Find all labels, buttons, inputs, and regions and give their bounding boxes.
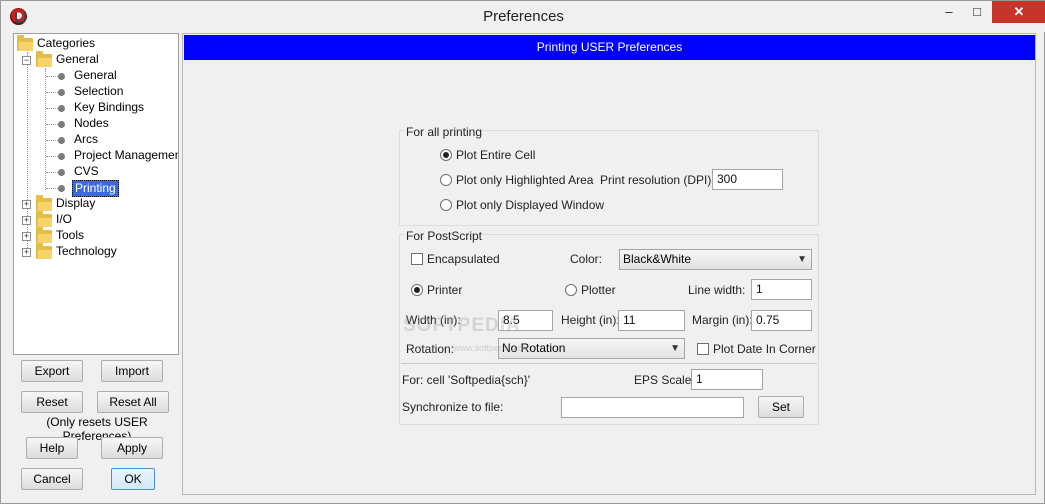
plot-highlighted-label: Plot only Highlighted Area	[456, 173, 594, 187]
ok-button[interactable]: OK	[111, 468, 155, 490]
close-button[interactable]: ✕	[992, 1, 1045, 23]
tree-node-label: Display	[56, 196, 96, 210]
import-button[interactable]: Import	[101, 360, 163, 382]
leaf-bullet-icon	[58, 185, 65, 192]
leaf-bullet-icon	[58, 169, 65, 176]
category-tree[interactable]: Categories − General General Selection K…	[13, 33, 179, 355]
tree-leaf-label: Nodes	[74, 116, 109, 130]
margin-field[interactable]: 0.75	[751, 310, 812, 331]
plot-highlighted-radio[interactable]	[440, 174, 452, 186]
printer-radio[interactable]	[411, 284, 423, 296]
sync-file-field[interactable]	[561, 397, 744, 418]
folder-icon	[36, 227, 52, 243]
encapsulated-label: Encapsulated	[427, 252, 500, 266]
rotation-select[interactable]: No Rotation ▼	[498, 338, 685, 359]
tree-leaf-label: Project Management	[74, 148, 179, 162]
cancel-button[interactable]: Cancel	[21, 468, 83, 490]
leaf-bullet-icon	[58, 73, 65, 80]
folder-icon	[36, 51, 52, 67]
tree-leaf-label: Arcs	[74, 132, 98, 146]
line-width-field[interactable]: 1	[751, 279, 812, 300]
tree-leaf-label: General	[74, 68, 117, 82]
leaf-bullet-icon	[58, 137, 65, 144]
chevron-down-icon: ▼	[797, 254, 807, 265]
tree-leaf-label: CVS	[74, 164, 99, 178]
leaf-bullet-icon	[58, 153, 65, 160]
maximize-button[interactable]: □	[964, 1, 990, 23]
width-label: Width (in):	[406, 313, 461, 327]
plot-window-label: Plot only Displayed Window	[456, 198, 605, 212]
tree-node-label: Tools	[56, 228, 85, 242]
folder-icon	[36, 243, 52, 259]
resolution-field[interactable]: 300	[712, 169, 783, 190]
separator	[401, 363, 817, 364]
plotter-radio[interactable]	[565, 284, 577, 296]
eps-scale-label: EPS Scale:	[634, 373, 695, 387]
margin-label: Margin (in):	[692, 313, 753, 327]
reset-all-button[interactable]: Reset All	[97, 391, 169, 413]
apply-button[interactable]: Apply	[101, 437, 163, 459]
postscript-title: For PostScript	[405, 229, 484, 243]
color-select-value: Black&White	[623, 252, 692, 266]
leaf-bullet-icon	[58, 89, 65, 96]
color-select[interactable]: Black&White ▼	[619, 249, 812, 270]
eps-scale-field[interactable]: 1	[691, 369, 763, 390]
folder-icon	[36, 211, 52, 227]
plot-entire-radio[interactable]	[440, 149, 452, 161]
leaf-bullet-icon	[58, 105, 65, 112]
tree-node-label: I/O	[56, 212, 73, 226]
reset-button[interactable]: Reset	[21, 391, 83, 413]
help-button[interactable]: Help	[26, 437, 78, 459]
plot-date-label: Plot Date In Corner	[713, 342, 816, 356]
height-field[interactable]: 11	[618, 310, 685, 331]
leaf-bullet-icon	[58, 121, 65, 128]
sync-file-label: Synchronize to file:	[402, 400, 504, 414]
expand-icon[interactable]: +	[22, 200, 31, 209]
preferences-window: Preferences – □ ✕ Categories − General G…	[0, 0, 1045, 504]
minimize-button[interactable]: –	[936, 1, 962, 23]
title-bar: Preferences – □ ✕	[1, 1, 1045, 32]
rotation-label: Rotation:	[406, 342, 455, 356]
all-printing-title: For all printing	[405, 125, 484, 139]
line-width-label: Line width:	[688, 283, 746, 297]
plotter-label: Plotter	[581, 283, 616, 297]
plot-date-checkbox[interactable]	[697, 343, 709, 355]
encapsulated-checkbox[interactable]	[411, 253, 423, 265]
panel-header: Printing USER Preferences	[184, 35, 1035, 60]
color-label: Color:	[570, 252, 603, 266]
for-cell-label: For: cell 'Softpedia{sch}'	[402, 373, 530, 387]
folder-icon	[17, 35, 33, 51]
expand-icon[interactable]: +	[22, 232, 31, 241]
width-field[interactable]: 8.5	[498, 310, 553, 331]
height-label: Height (in):	[561, 313, 620, 327]
expand-icon[interactable]: +	[22, 248, 31, 257]
plot-entire-label: Plot Entire Cell	[456, 148, 536, 162]
set-button[interactable]: Set	[758, 396, 804, 418]
collapse-icon[interactable]: −	[22, 56, 31, 65]
chevron-down-icon: ▼	[670, 343, 680, 354]
plot-window-radio[interactable]	[440, 199, 452, 211]
expand-icon[interactable]: +	[22, 216, 31, 225]
tree-leaf-label-selected: Printing	[72, 180, 119, 197]
window-title: Preferences	[483, 8, 564, 25]
resolution-label: Print resolution (DPI):	[600, 173, 715, 187]
folder-icon	[36, 195, 52, 211]
tree-leaf-label: Key Bindings	[74, 100, 145, 114]
tree-leaf-label: Selection	[74, 84, 124, 98]
tree-node-label: General	[56, 52, 99, 66]
export-button[interactable]: Export	[21, 360, 83, 382]
rotation-select-value: No Rotation	[502, 341, 566, 355]
tree-root-label: Categories	[37, 36, 96, 50]
printer-label: Printer	[427, 283, 463, 297]
tree-node-label: Technology	[56, 244, 117, 258]
